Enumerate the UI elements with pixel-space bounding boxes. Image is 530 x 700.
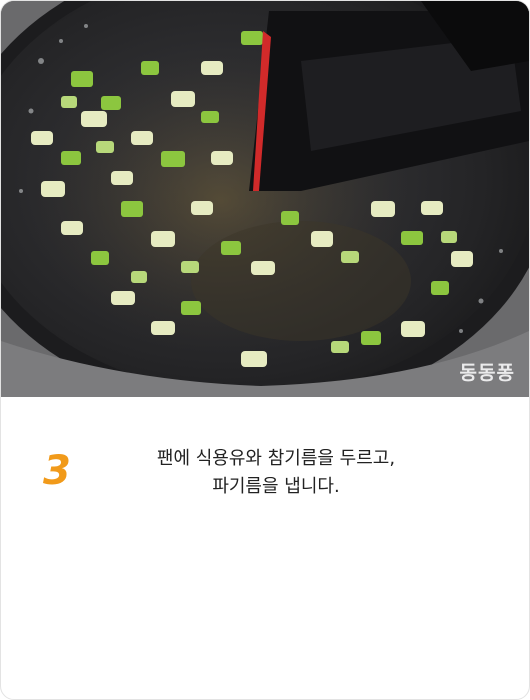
watermark-text: 동동퐁 <box>459 362 515 384</box>
cooking-pan-illustration <box>1 1 529 397</box>
recipe-step-card: 동동퐁 3 팬에 식용유와 참기름을 두르고, 파기름을 냅니다. <box>0 0 530 700</box>
step-description-line-2: 파기름을 냅니다. <box>212 476 340 497</box>
step-description-line-1: 팬에 식용유와 참기름을 두르고, <box>156 448 396 469</box>
step-description: 팬에 식용유와 참기름을 두르고, 파기름을 냅니다. <box>111 445 441 501</box>
step-number: 3 <box>43 448 71 494</box>
step-photo: 동동퐁 <box>1 1 529 397</box>
